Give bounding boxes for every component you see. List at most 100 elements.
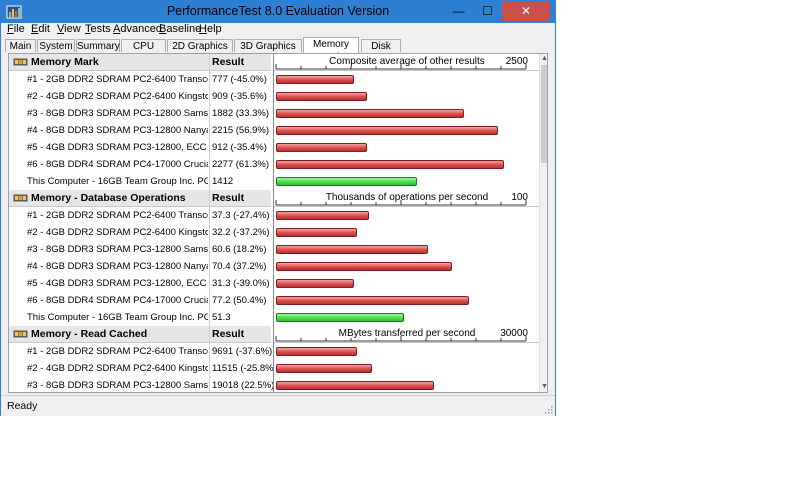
table-row[interactable]: #6 - 8GB DDR4 SDRAM PC4-17000 Crucial Te… bbox=[9, 292, 271, 309]
tab-summary[interactable]: Summary bbox=[76, 39, 120, 52]
table-row[interactable]: #2 - 4GB DDR2 SDRAM PC2-6400 Kingston 32.… bbox=[9, 224, 271, 241]
tab-cpu-mark[interactable]: CPU Mark bbox=[121, 39, 166, 65]
this-computer-row[interactable]: This Computer - 16GB Team Group Inc. PC3… bbox=[9, 309, 271, 326]
row-label: #4 - 8GB DDR3 SDRAM PC3-12800 Nanya Tech… bbox=[27, 125, 208, 136]
row-result: 777 (-45.0%) bbox=[212, 74, 267, 85]
row-label: #3 - 8GB DDR3 SDRAM PC3-12800 Samsung bbox=[27, 244, 208, 255]
results-chart: Composite average of other results 2500 Th… bbox=[273, 54, 540, 392]
close-button[interactable]: ✕ bbox=[502, 1, 550, 21]
table-row[interactable]: #1 - 2GB DDR2 SDRAM PC2-6400 Transcend I… bbox=[9, 207, 271, 224]
resize-grip-icon[interactable] bbox=[543, 404, 553, 414]
tab-bar: Main System Summary CPU Mark 2D Graphics… bbox=[5, 37, 553, 65]
result-bar bbox=[276, 296, 469, 305]
column-divider bbox=[209, 139, 210, 156]
result-bar bbox=[276, 109, 464, 118]
menu-bar: File Edit View Tests Advanced Baseline H… bbox=[1, 23, 555, 37]
minimize-button[interactable]: — bbox=[444, 1, 473, 21]
menu-help[interactable]: Help bbox=[199, 23, 222, 35]
tab-2d-graphics-mark[interactable]: 2D Graphics Mark bbox=[167, 39, 233, 65]
row-label: #6 - 8GB DDR4 SDRAM PC4-17000 Crucial Te… bbox=[27, 295, 208, 306]
row-result: 31.3 (-39.0%) bbox=[212, 278, 270, 289]
column-divider bbox=[209, 224, 210, 241]
row-result: 37.3 (-27.4%) bbox=[212, 210, 270, 221]
column-divider bbox=[209, 258, 210, 275]
table-row[interactable]: #5 - 4GB DDR3 SDRAM PC3-12800, ECC Team … bbox=[9, 139, 271, 156]
table-row[interactable]: #3 - 8GB DDR3 SDRAM PC3-12800 Samsung 188… bbox=[9, 105, 271, 122]
column-divider bbox=[209, 54, 210, 70]
table-row[interactable]: #6 - 8GB DDR4 SDRAM PC4-17000 Crucial Te… bbox=[9, 156, 271, 173]
memory-chip-icon bbox=[13, 194, 28, 202]
section-title: Memory - Database Operations bbox=[31, 192, 186, 204]
row-result: 77.2 (50.4%) bbox=[212, 295, 267, 306]
row-result: 32.2 (-37.2%) bbox=[212, 227, 270, 238]
chart-axis-max: 30000 bbox=[500, 328, 528, 339]
table-row[interactable]: #1 - 2GB DDR2 SDRAM PC2-6400 Transcend I… bbox=[9, 343, 273, 360]
menu-view[interactable]: View bbox=[57, 23, 81, 35]
maximize-button[interactable]: ☐ bbox=[473, 1, 502, 21]
table-row[interactable]: #2 - 4GB DDR2 SDRAM PC2-6400 Kingston 115… bbox=[9, 360, 277, 377]
column-divider bbox=[209, 275, 210, 292]
column-divider bbox=[209, 309, 210, 326]
row-result: 912 (-35.4%) bbox=[212, 142, 267, 153]
result-column-header: Result bbox=[212, 56, 245, 68]
tab-3d-graphics-mark[interactable]: 3D Graphics Mark bbox=[234, 39, 302, 65]
menu-baseline[interactable]: Baseline bbox=[159, 23, 201, 35]
tab-memory-mark[interactable]: Memory Mark bbox=[303, 37, 359, 63]
table-row[interactable]: #1 - 2GB DDR2 SDRAM PC2-6400 Transcend I… bbox=[9, 71, 271, 88]
result-bar bbox=[276, 347, 357, 356]
table-row[interactable]: #2 - 4GB DDR2 SDRAM PC2-6400 Kingston 909… bbox=[9, 88, 271, 105]
section-header-database-operations[interactable]: Memory - Database Operations Result bbox=[9, 190, 271, 207]
table-row[interactable]: #3 - 8GB DDR3 SDRAM PC3-12800 Samsung 190… bbox=[9, 377, 275, 392]
menu-file[interactable]: File bbox=[7, 23, 25, 35]
menu-advanced[interactable]: Advanced bbox=[113, 23, 162, 35]
table-row[interactable]: #5 - 4GB DDR3 SDRAM PC3-12800, ECC Team … bbox=[9, 275, 271, 292]
row-result: 2215 (56.9%) bbox=[212, 125, 270, 136]
chart-title: Thousands of operations per second bbox=[325, 192, 489, 203]
status-text: Ready bbox=[7, 400, 38, 412]
chart-header-read-cached: MBytes transferred per second 30000 bbox=[274, 326, 540, 343]
section-header-read-cached[interactable]: Memory - Read Cached Result bbox=[9, 326, 271, 343]
menu-edit[interactable]: Edit bbox=[31, 23, 50, 35]
column-divider bbox=[209, 122, 210, 139]
section-title: Memory Mark bbox=[31, 56, 99, 68]
column-divider bbox=[209, 343, 210, 360]
menu-tests[interactable]: Tests bbox=[85, 23, 111, 35]
table-row[interactable]: #3 - 8GB DDR3 SDRAM PC3-12800 Samsung 60.… bbox=[9, 241, 271, 258]
title-bar[interactable]: PerformanceTest 8.0 Evaluation Version —… bbox=[1, 1, 555, 23]
result-bar bbox=[276, 364, 372, 373]
section-header-memory-mark[interactable]: Memory Mark Result bbox=[9, 54, 271, 71]
this-computer-bar bbox=[276, 177, 417, 186]
row-result: 19018 (22.5%) bbox=[212, 380, 275, 391]
column-divider bbox=[209, 156, 210, 173]
table-row[interactable]: #4 - 8GB DDR3 SDRAM PC3-12800 Nanya Tech… bbox=[9, 122, 271, 139]
row-result: 70.4 (37.2%) bbox=[212, 261, 267, 272]
row-result: 9691 (-37.6%) bbox=[212, 346, 273, 357]
this-computer-row[interactable]: This Computer - 16GB Team Group Inc. PC3… bbox=[9, 173, 271, 190]
result-bar bbox=[276, 143, 367, 152]
row-label: #3 - 8GB DDR3 SDRAM PC3-12800 Samsung bbox=[27, 108, 208, 119]
row-label: #5 - 4GB DDR3 SDRAM PC3-12800, ECC Team … bbox=[27, 142, 208, 153]
column-divider bbox=[209, 377, 210, 392]
tab-system[interactable]: System bbox=[37, 39, 75, 52]
table-row[interactable]: #4 - 8GB DDR3 SDRAM PC3-12800 Nanya Tech… bbox=[9, 258, 271, 275]
scroll-down-icon[interactable]: ▼ bbox=[540, 382, 547, 392]
column-divider bbox=[209, 105, 210, 122]
tab-main[interactable]: Main bbox=[5, 39, 36, 52]
result-bar bbox=[276, 211, 369, 220]
column-divider bbox=[209, 360, 210, 377]
row-label: #1 - 2GB DDR2 SDRAM PC2-6400 Transcend I… bbox=[27, 210, 208, 221]
row-result: 11515 (-25.8%) bbox=[212, 363, 277, 374]
scroll-thumb[interactable] bbox=[541, 65, 547, 163]
column-divider bbox=[209, 88, 210, 105]
result-bar bbox=[276, 228, 357, 237]
column-divider bbox=[209, 292, 210, 309]
section-title: Memory - Read Cached bbox=[31, 328, 148, 340]
result-bar bbox=[276, 75, 354, 84]
vertical-scrollbar[interactable]: ▲ ▼ bbox=[539, 54, 547, 392]
row-result: 51.3 bbox=[212, 312, 231, 323]
row-result: 909 (-35.6%) bbox=[212, 91, 267, 102]
scroll-up-icon[interactable]: ▲ bbox=[540, 54, 547, 64]
memory-chip-icon bbox=[13, 330, 28, 338]
column-divider bbox=[209, 241, 210, 258]
tab-disk-mark[interactable]: Disk Mark bbox=[361, 39, 401, 65]
